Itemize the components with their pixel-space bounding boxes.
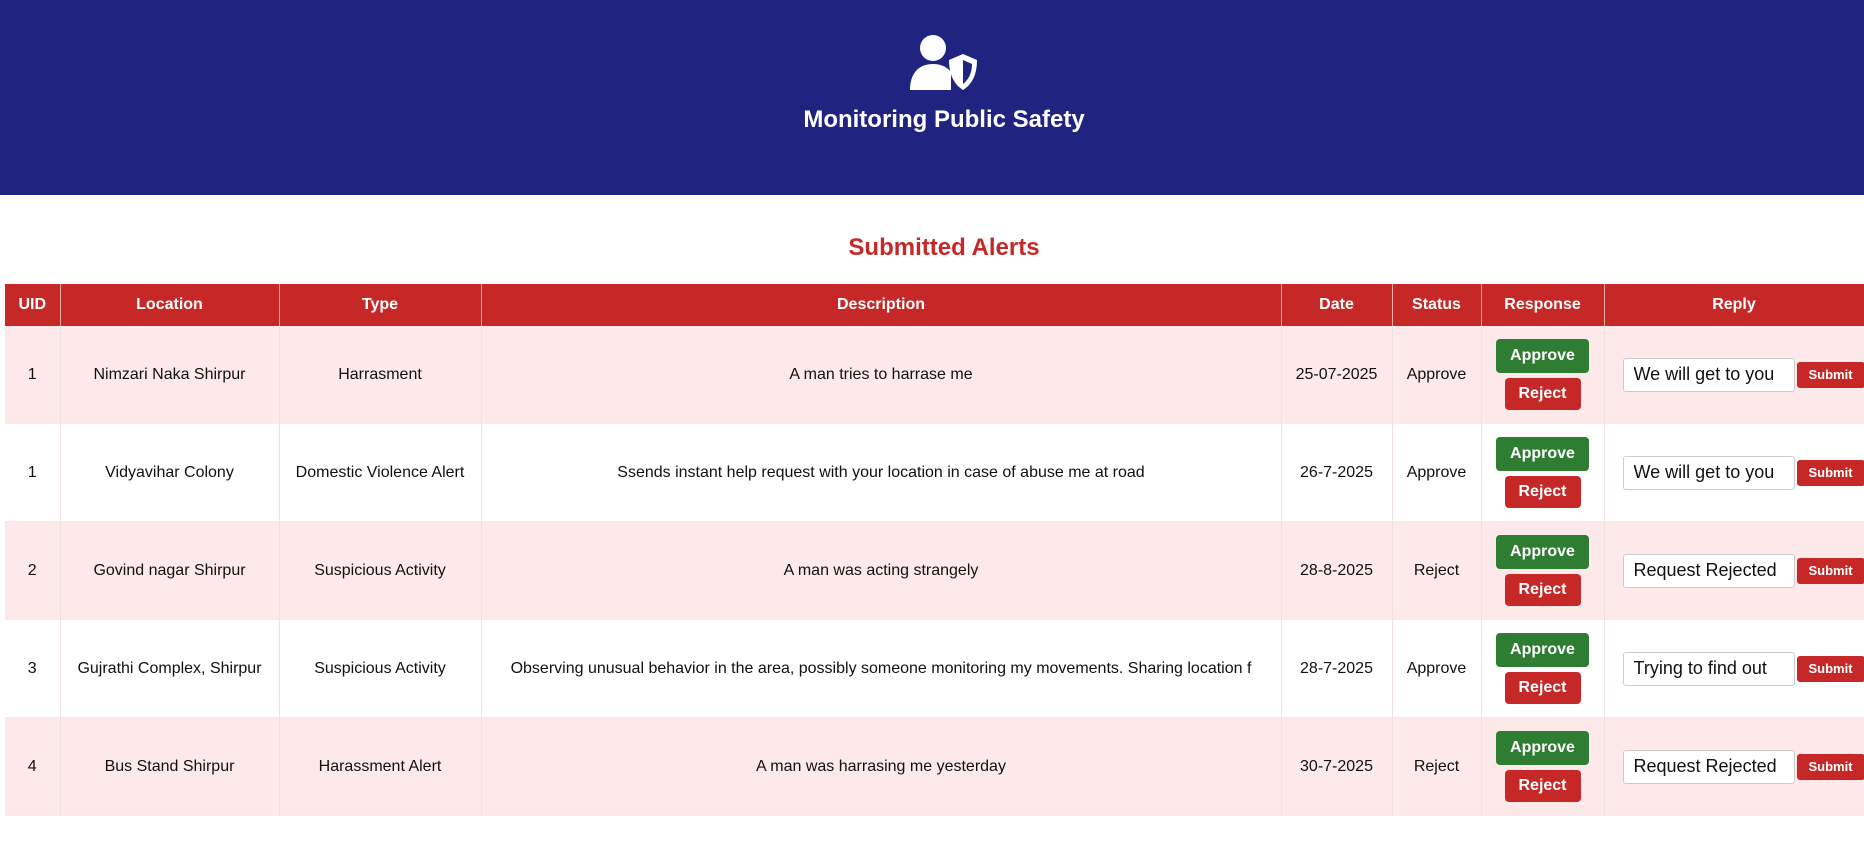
submit-button[interactable]: Submit (1796, 557, 1863, 584)
cell-status: Approve (1392, 326, 1482, 424)
column-header-description: Description (481, 284, 1282, 326)
approve-button[interactable]: Approve (1496, 339, 1589, 373)
cell-description: A man was acting strangely (481, 521, 1282, 620)
reply-input[interactable] (1622, 749, 1795, 784)
reply-input[interactable] (1622, 357, 1795, 392)
reject-button[interactable]: Reject (1504, 770, 1581, 802)
cell-date: 30-7-2025 (1281, 717, 1393, 816)
column-header-date: Date (1281, 284, 1393, 326)
cell-reply: Submit (1604, 521, 1864, 620)
submit-button[interactable]: Submit (1796, 655, 1863, 682)
cell-location: Gujrathi Complex, Shirpur (60, 619, 280, 718)
cell-date: 25-07-2025 (1281, 326, 1393, 424)
cell-uid: 1 (5, 423, 61, 522)
submit-button[interactable]: Submit (1796, 459, 1863, 486)
submit-button[interactable]: Submit (1796, 753, 1863, 780)
cell-status: Reject (1392, 521, 1482, 620)
cell-reply: Submit (1604, 717, 1864, 816)
cell-date: 28-7-2025 (1281, 619, 1393, 718)
cell-uid: 1 (5, 326, 61, 424)
table-row: 4 Bus Stand Shirpur Harassment Alert A m… (5, 717, 1864, 816)
table-header-row: UID Location Type Description Date Statu… (5, 284, 1864, 326)
cell-type: Harrasment (279, 326, 482, 424)
reject-button[interactable]: Reject (1504, 672, 1581, 704)
cell-uid: 4 (5, 717, 61, 816)
table-row: 3 Gujrathi Complex, Shirpur Suspicious A… (5, 619, 1864, 718)
approve-button[interactable]: Approve (1496, 633, 1589, 667)
cell-response: Approve Reject (1481, 717, 1605, 816)
reject-button[interactable]: Reject (1504, 378, 1581, 410)
cell-status: Approve (1392, 423, 1482, 522)
cell-reply: Submit (1604, 326, 1864, 424)
table-row: 1 Nimzari Naka Shirpur Harrasment A man … (5, 326, 1864, 424)
alerts-table-container: UID Location Type Description Date Statu… (5, 284, 1864, 816)
approve-button[interactable]: Approve (1496, 731, 1589, 765)
cell-type: Suspicious Activity (279, 521, 482, 620)
cell-date: 28-8-2025 (1281, 521, 1393, 620)
cell-type: Domestic Violence Alert (279, 423, 482, 522)
column-header-status: Status (1392, 284, 1482, 326)
cell-status: Approve (1392, 619, 1482, 718)
app-header: Monitoring Public Safety (0, 0, 1864, 195)
app-title: Monitoring Public Safety (803, 106, 1085, 133)
approve-button[interactable]: Approve (1496, 437, 1589, 471)
submit-button[interactable]: Submit (1796, 361, 1863, 388)
reply-input[interactable] (1622, 553, 1795, 588)
cell-description: Observing unusual behavior in the area, … (481, 619, 1282, 718)
cell-reply: Submit (1604, 619, 1864, 718)
cell-response: Approve Reject (1481, 521, 1605, 620)
reply-input[interactable] (1622, 455, 1795, 490)
cell-location: Bus Stand Shirpur (60, 717, 280, 816)
cell-location: Nimzari Naka Shirpur (60, 326, 280, 424)
cell-type: Harassment Alert (279, 717, 482, 816)
approve-button[interactable]: Approve (1496, 535, 1589, 569)
alerts-table: UID Location Type Description Date Statu… (5, 284, 1864, 816)
cell-location: Vidyavihar Colony (60, 423, 280, 522)
column-header-response: Response (1481, 284, 1605, 326)
table-row: 2 Govind nagar Shirpur Suspicious Activi… (5, 521, 1864, 620)
cell-reply: Submit (1604, 423, 1864, 522)
user-shield-icon (910, 35, 977, 90)
cell-uid: 3 (5, 619, 61, 718)
cell-date: 26-7-2025 (1281, 423, 1393, 522)
cell-response: Approve Reject (1481, 326, 1605, 424)
reject-button[interactable]: Reject (1504, 476, 1581, 508)
column-header-type: Type (279, 284, 482, 326)
section-title: Submitted Alerts (848, 234, 1040, 261)
cell-response: Approve Reject (1481, 619, 1605, 718)
column-header-reply: Reply (1604, 284, 1864, 326)
cell-description: Ssends instant help request with your lo… (481, 423, 1282, 522)
cell-description: A man tries to harrase me (481, 326, 1282, 424)
reject-button[interactable]: Reject (1504, 574, 1581, 606)
column-header-uid: UID (5, 284, 61, 326)
cell-response: Approve Reject (1481, 423, 1605, 522)
cell-description: A man was harrasing me yesterday (481, 717, 1282, 816)
cell-type: Suspicious Activity (279, 619, 482, 718)
cell-status: Reject (1392, 717, 1482, 816)
table-row: 1 Vidyavihar Colony Domestic Violence Al… (5, 423, 1864, 522)
cell-uid: 2 (5, 521, 61, 620)
column-header-location: Location (60, 284, 280, 326)
cell-location: Govind nagar Shirpur (60, 521, 280, 620)
reply-input[interactable] (1622, 651, 1795, 686)
